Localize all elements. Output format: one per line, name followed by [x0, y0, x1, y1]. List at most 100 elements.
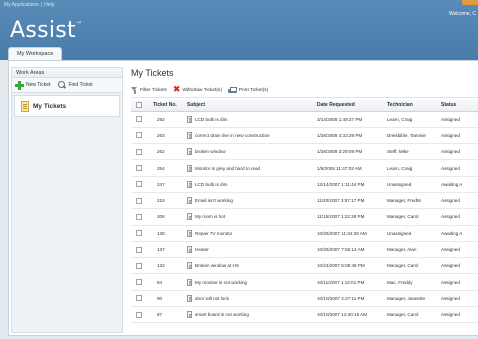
document-icon [187, 148, 192, 156]
ticket-number[interactable]: 218 [153, 192, 187, 210]
ticket-subject[interactable]: smart board is not working [195, 312, 249, 317]
ticket-number[interactable]: 263 [153, 127, 187, 145]
tab-my-workspace[interactable]: My Workspace [8, 47, 63, 60]
ticket-number[interactable]: 137 [153, 241, 187, 259]
orange-tab [462, 0, 478, 5]
row-checkbox[interactable] [136, 181, 142, 188]
row-checkbox[interactable] [136, 311, 142, 318]
my-applications-link[interactable]: My Applications [4, 2, 39, 8]
ticket-subject[interactable]: Heater [195, 247, 209, 252]
ticket-subject[interactable]: Repair TV monitor [195, 231, 232, 236]
ticket-subject-cell: Repair TV monitor [187, 225, 317, 242]
row-checkbox[interactable] [136, 230, 142, 237]
filter-icon [131, 86, 138, 94]
ticket-number[interactable]: 87 [153, 306, 187, 324]
ticket-status: Assigned [441, 111, 478, 128]
column-header-subject[interactable]: Subject [187, 100, 317, 112]
ticket-subject[interactable]: LCD bulb is dim [195, 117, 227, 122]
withdraw-tickets-button[interactable]: ✖ Withdraw Ticket(s) [173, 85, 222, 94]
date-requested: 10/26/2007 11:34:26 AM [317, 225, 387, 242]
column-header-select[interactable] [131, 100, 153, 112]
table-row[interactable]: 254 Monitor is grey and hard to read 1/8/2… [131, 159, 478, 177]
table-row[interactable]: 132 Broken window at HS 10/24/2007 5:09:48… [131, 257, 478, 275]
row-checkbox[interactable] [136, 279, 142, 286]
row-checkbox[interactable] [136, 116, 142, 123]
new-ticket-button[interactable]: New Ticket [15, 80, 50, 90]
technician: Manager, Alan [387, 241, 441, 259]
table-row[interactable]: 90 door will not lock 10/10/2007 2:27:11 P… [131, 290, 478, 308]
ticket-number[interactable]: 138 [153, 225, 187, 242]
row-checkbox[interactable] [136, 262, 142, 269]
column-header-status[interactable]: Status [441, 100, 478, 112]
search-icon [58, 81, 66, 89]
table-row[interactable]: 206 My room is hot 11/15/2007 1:22:38 PM Ma… [131, 208, 478, 226]
row-checkbox[interactable] [136, 148, 142, 155]
ticket-subject-cell: correct drain line in new construction [187, 127, 317, 145]
row-checkbox[interactable] [136, 295, 142, 302]
table-row[interactable]: 263 correct drain line in new constructio… [131, 127, 478, 145]
date-requested: 1/8/2008 11:47:03 AM [317, 159, 387, 177]
ticket-subject[interactable]: My monitor is not working [195, 280, 247, 285]
date-requested: 1/28/2008 4:33:39 PM [317, 127, 387, 145]
find-ticket-button[interactable]: Find Ticket [58, 81, 93, 89]
row-select-cell [131, 306, 153, 324]
row-select-cell [131, 143, 153, 161]
ticket-subject-cell: Email isn't working [187, 192, 317, 210]
ticket-subject[interactable]: broken window [195, 149, 226, 154]
row-checkbox[interactable] [136, 213, 142, 220]
tickets-table: Ticket No. Subject Date Requested Techni… [131, 100, 478, 324]
find-ticket-label: Find Ticket [68, 82, 93, 88]
select-all-checkbox[interactable] [136, 102, 142, 109]
ticket-subject[interactable]: door will not lock [195, 296, 229, 301]
ticket-subject[interactable]: Broken window at HS [195, 263, 239, 268]
table-row[interactable]: 87 smart board is not working 10/10/2007 1… [131, 306, 478, 324]
row-checkbox[interactable] [136, 132, 142, 139]
ticket-subject[interactable]: LCD bulb is dim [195, 182, 227, 187]
ticket-subject[interactable]: correct drain line in new construction [195, 133, 270, 138]
technician: Unassigned [387, 225, 441, 242]
column-header-technician[interactable]: Technician [387, 100, 441, 112]
ticket-status: Assigned [441, 306, 478, 324]
ticket-number[interactable]: 292 [153, 111, 187, 128]
filter-tickets-button[interactable]: Filter Tickets [131, 86, 167, 94]
ticket-subject[interactable]: Email isn't working [195, 198, 233, 203]
ticket-number[interactable]: 247 [153, 176, 187, 193]
ticket-subject[interactable]: My room is hot [195, 214, 225, 219]
row-checkbox[interactable] [136, 197, 142, 204]
table-row[interactable]: 138 Repair TV monitor 10/26/2007 11:34:26 … [131, 225, 478, 242]
ticket-number[interactable]: 132 [153, 257, 187, 275]
header: My Applications | Help Welcome, C Assist™ … [0, 0, 478, 60]
technician: Learn, Craig [387, 111, 441, 128]
sidebar-title: Work Areas [12, 68, 122, 78]
table-row[interactable]: 247 LCD bulb is dim 12/14/2007 1:11:44 PM U… [131, 176, 478, 193]
row-checkbox[interactable] [136, 165, 142, 172]
ticket-subject-cell: Heater [187, 241, 317, 259]
table-row[interactable]: 137 Heater 10/26/2007 7:55:14 AM Manager, A… [131, 241, 478, 259]
ticket-number[interactable]: 94 [153, 273, 187, 291]
document-icon [187, 246, 192, 254]
ticket-number[interactable]: 206 [153, 208, 187, 226]
document-icon [187, 164, 192, 172]
row-checkbox[interactable] [136, 246, 142, 253]
ticket-subject[interactable]: Monitor is grey and hard to read [195, 166, 260, 171]
ticket-number[interactable]: 254 [153, 159, 187, 177]
document-icon [187, 262, 192, 270]
table-row[interactable]: 262 broken window 1/28/2008 3:29:09 PM Stef… [131, 143, 478, 161]
table-row[interactable]: 94 My monitor is not working 10/11/2007 1:… [131, 273, 478, 291]
help-link[interactable]: Help [44, 2, 54, 8]
date-requested: 11/15/2007 1:22:38 PM [317, 208, 387, 226]
column-header-ticket-no[interactable]: Ticket No. [153, 100, 187, 112]
ticket-number[interactable]: 262 [153, 143, 187, 161]
row-select-cell [131, 273, 153, 291]
ticket-status: Assigned [441, 273, 478, 291]
row-select-cell [131, 241, 153, 259]
table-row[interactable]: 218 Email isn't working 11/20/2007 3:57:17… [131, 192, 478, 210]
document-icon [187, 311, 192, 319]
row-select-cell [131, 192, 153, 210]
sidebar-item-my-tickets[interactable]: My Tickets [14, 95, 120, 117]
ticket-number[interactable]: 90 [153, 290, 187, 308]
table-row[interactable]: 292 LCD bulb is dim 3/14/2008 1:49:37 PM Le… [131, 111, 478, 128]
column-header-date-requested[interactable]: Date Requested [317, 100, 387, 112]
print-tickets-button[interactable]: Print Ticket(s) [227, 86, 268, 94]
row-select-cell [131, 159, 153, 177]
